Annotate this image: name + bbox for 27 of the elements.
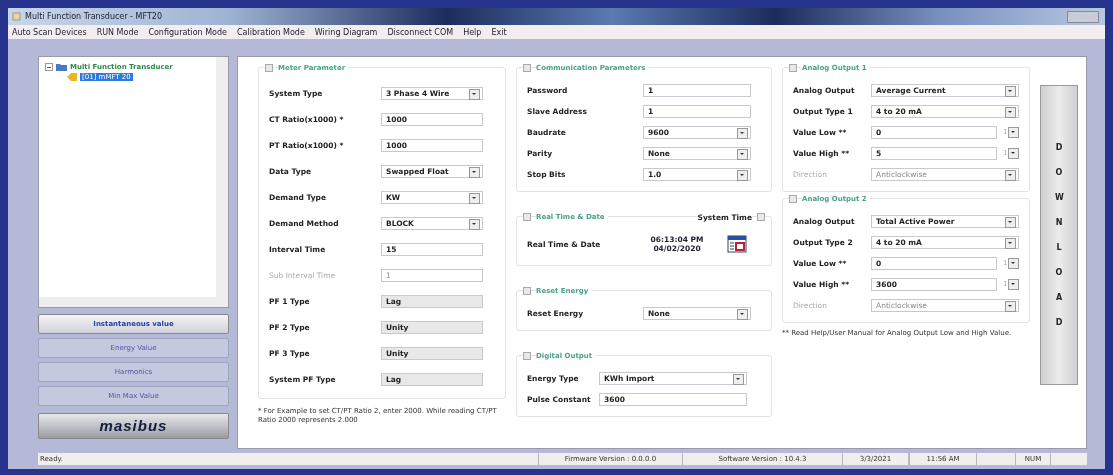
app-icon — [12, 12, 21, 21]
horizontal-scrollbar[interactable] — [39, 297, 216, 307]
vertical-scrollbar[interactable] — [216, 57, 228, 307]
menu-item[interactable]: Exit — [491, 27, 507, 37]
menu-item[interactable]: Configuration Mode — [148, 27, 227, 37]
checkbox[interactable] — [523, 352, 531, 360]
checkbox[interactable] — [757, 213, 765, 221]
checkbox[interactable] — [265, 64, 273, 72]
menu-item[interactable]: Calibration Mode — [237, 27, 305, 37]
calendar-icon[interactable] — [727, 235, 747, 253]
menu-item[interactable]: RUN Mode — [96, 27, 139, 37]
tag-icon — [67, 73, 77, 81]
checkbox[interactable] — [523, 64, 531, 72]
folder-icon — [56, 63, 67, 71]
menu-item[interactable]: Disconnect COM — [387, 27, 454, 37]
checkbox[interactable] — [789, 195, 797, 203]
checkbox[interactable] — [523, 287, 531, 295]
collapse-icon[interactable] — [45, 63, 53, 71]
menu-item[interactable]: Help — [463, 27, 482, 37]
download-button[interactable]: DOWNLOAD — [1040, 85, 1078, 385]
menu-item[interactable]: Auto Scan Devices — [12, 27, 87, 37]
checkbox[interactable] — [523, 213, 531, 221]
close-button[interactable] — [1067, 10, 1099, 23]
menu-item[interactable]: Wiring Diagram — [314, 27, 378, 37]
checkbox[interactable] — [789, 64, 797, 72]
window-title: Multi Function Transducer - MFT20 — [25, 12, 162, 21]
logo: masibus — [38, 413, 229, 439]
